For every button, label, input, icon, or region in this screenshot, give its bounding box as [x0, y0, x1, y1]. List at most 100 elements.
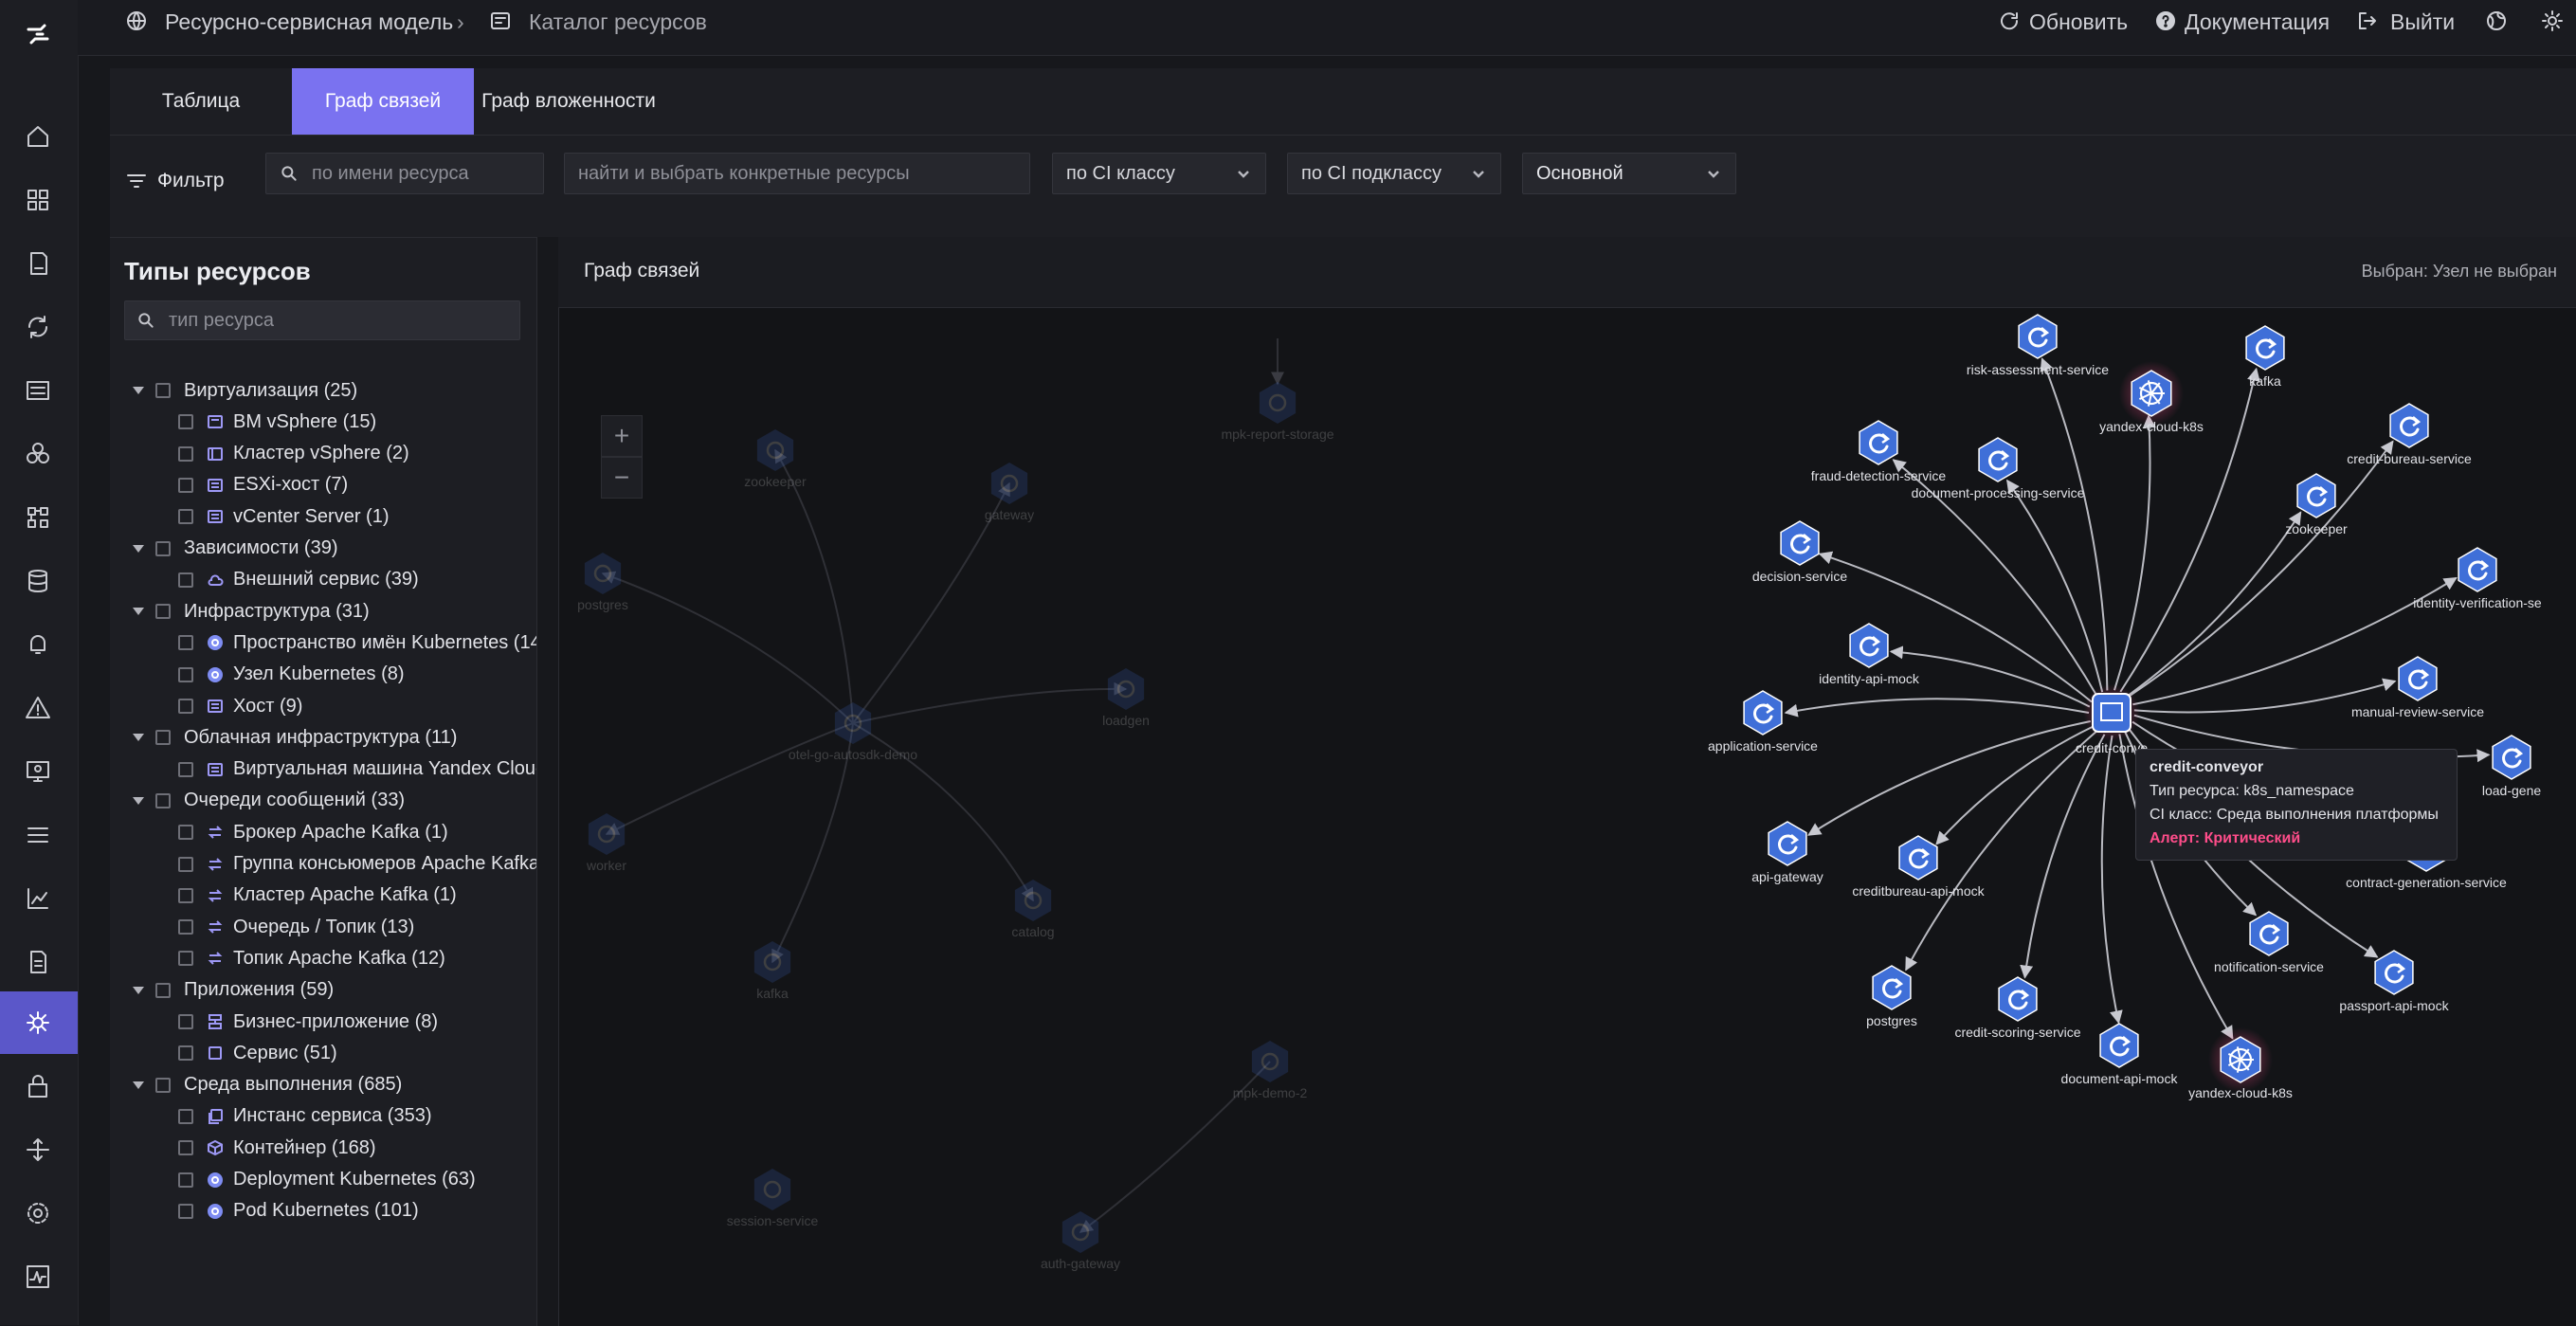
logo-icon[interactable]	[19, 15, 57, 53]
tree-item[interactable]: Pod Kubernetes (101)	[178, 1197, 419, 1226]
breadcrumb-root[interactable]: Ресурсно-сервисная модель	[165, 9, 453, 35]
item-checkbox[interactable]	[178, 635, 193, 651]
graph-node-faded[interactable]: otel-go-autosdk-demo	[789, 702, 917, 762]
database-icon[interactable]	[19, 562, 57, 600]
graph-node[interactable]: fraud-detection-service	[1811, 420, 1947, 483]
group-checkbox[interactable]	[155, 540, 171, 556]
chevron-down-icon[interactable]	[133, 387, 144, 394]
graph-node[interactable]: credit-bureau-service	[2347, 403, 2472, 466]
item-checkbox[interactable]	[178, 1014, 193, 1029]
bell-icon[interactable]	[19, 626, 57, 663]
theme-icon[interactable]	[2541, 9, 2564, 37]
zoom-out-button[interactable]: −	[601, 457, 643, 499]
item-checkbox[interactable]	[178, 1045, 193, 1062]
item-checkbox[interactable]	[178, 1203, 193, 1219]
item-checkbox[interactable]	[178, 1172, 193, 1188]
graph-node-faded[interactable]: session-service	[727, 1169, 819, 1228]
graph-node[interactable]: identity-verification-se	[2413, 547, 2542, 610]
group-checkbox[interactable]	[155, 792, 171, 808]
document-search-icon[interactable]	[19, 245, 57, 282]
tree-item[interactable]: Топик Apache Kafka (12)	[178, 944, 445, 972]
chevron-down-icon[interactable]	[133, 544, 144, 553]
refresh-icon[interactable]	[1998, 9, 2021, 37]
graph-node[interactable]: postgres	[1866, 965, 1917, 1028]
specific-resources-input[interactable]: найти и выбрать конкретные ресурсы	[564, 153, 1030, 194]
graph-node[interactable]: credit-scoring-service	[1954, 976, 2081, 1040]
tree-group[interactable]: Виртуализация (25)	[133, 376, 357, 405]
name-search-input[interactable]: по имени ресурса	[265, 153, 544, 194]
tree-group[interactable]: Среда выполнения (685)	[133, 1071, 402, 1099]
graph-node-faded[interactable]: zookeeper	[744, 429, 807, 489]
graph-node[interactable]: yandex-cloud-k8s	[2188, 1027, 2293, 1100]
tree-item[interactable]: Кластер vSphere (2)	[178, 440, 409, 468]
tree-item[interactable]: Узел Kubernetes (8)	[178, 661, 405, 689]
report-icon[interactable]	[19, 943, 57, 981]
graph-node-faded[interactable]: loadgen	[1102, 668, 1150, 728]
tree-item[interactable]: Контейнер (168)	[178, 1134, 376, 1162]
chevron-down-icon[interactable]	[133, 1081, 144, 1089]
help-icon[interactable]	[2154, 9, 2177, 37]
graph-node[interactable]: load-gene	[2482, 735, 2541, 798]
graph-node-faded[interactable]: postgres	[577, 553, 628, 612]
docs-link[interactable]: Документация	[2185, 9, 2330, 35]
tree-item[interactable]: Брокер Apache Kafka (1)	[178, 818, 448, 846]
home-icon[interactable]	[19, 118, 57, 155]
chevron-down-icon[interactable]	[133, 734, 144, 742]
warning-icon[interactable]	[19, 689, 57, 727]
tree-group[interactable]: Приложения (59)	[133, 976, 334, 1005]
sync-icon[interactable]	[19, 308, 57, 346]
graph-node[interactable]: passport-api-mock	[2339, 950, 2450, 1013]
graph-node[interactable]: notification-service	[2214, 911, 2324, 974]
refresh-button[interactable]: Обновить	[2029, 9, 2128, 35]
tree-item[interactable]: Виртуальная машина Yandex Cloud	[178, 755, 536, 784]
group-checkbox[interactable]	[155, 730, 171, 746]
tree-item[interactable]: ESXi-хост (7)	[178, 471, 348, 500]
tree-group[interactable]: Очереди сообщений (33)	[133, 787, 405, 815]
tree-item[interactable]: Инстанс сервиса (353)	[178, 1102, 432, 1131]
chevron-down-icon[interactable]	[133, 796, 144, 805]
graph-node-center[interactable]: credit-conve	[2076, 684, 2148, 755]
hexagons-icon[interactable]	[19, 435, 57, 473]
graph-node[interactable]: risk-assessment-service	[1967, 314, 2109, 377]
tree-item[interactable]: Бизнес-приложение (8)	[178, 1008, 438, 1036]
resource-model-icon[interactable]	[19, 1004, 57, 1042]
graph-node-faded[interactable]: mpk-report-storage	[1221, 382, 1334, 442]
layers-icon[interactable]	[19, 816, 57, 854]
item-checkbox[interactable]	[178, 856, 193, 872]
tree-item[interactable]: Внешний сервис (39)	[178, 566, 419, 594]
zoom-in-button[interactable]: +	[601, 415, 643, 457]
tree-group[interactable]: Инфраструктура (31)	[133, 597, 370, 626]
grid-icon[interactable]	[19, 499, 57, 536]
item-checkbox[interactable]	[178, 666, 193, 682]
item-checkbox[interactable]	[178, 887, 193, 903]
tree-item[interactable]: Очередь / Топик (13)	[178, 913, 414, 941]
globe-icon[interactable]	[2485, 9, 2508, 37]
item-checkbox[interactable]	[178, 445, 193, 462]
filter-button[interactable]: Фильтр	[125, 160, 248, 202]
graph-node-faded[interactable]: worker	[586, 813, 626, 873]
graph-node-faded[interactable]: mpk-demo-2	[1233, 1041, 1308, 1100]
tree-item[interactable]: Deployment Kubernetes (63)	[178, 1166, 476, 1194]
tree-item[interactable]: Кластер Apache Kafka (1)	[178, 881, 457, 910]
item-checkbox[interactable]	[178, 1140, 193, 1156]
chart-icon[interactable]	[19, 880, 57, 917]
list-icon[interactable]	[19, 372, 57, 409]
graph-node-faded[interactable]: gateway	[985, 463, 1034, 522]
item-checkbox[interactable]	[178, 699, 193, 714]
ci-subclass-select[interactable]: по CI подклассу	[1287, 153, 1501, 194]
logout-button[interactable]: Выйти	[2390, 9, 2455, 35]
mode-select[interactable]: Основной	[1522, 153, 1736, 194]
graph-node[interactable]: kafka	[2245, 325, 2285, 389]
activity-icon[interactable]	[19, 1258, 57, 1296]
group-checkbox[interactable]	[155, 982, 171, 998]
tree-item[interactable]: Группа консьюмеров Apache Kafka	[178, 850, 536, 879]
tree-group[interactable]: Зависимости (39)	[133, 535, 338, 563]
item-checkbox[interactable]	[178, 951, 193, 967]
graph-node[interactable]: api-gateway	[1751, 821, 1823, 884]
graph-node[interactable]: yandex-cloud-k8s	[2099, 361, 2204, 434]
tree-item[interactable]: vCenter Server (1)	[178, 502, 390, 531]
ci-class-select[interactable]: по CI классу	[1052, 153, 1266, 194]
logout-icon[interactable]	[2356, 9, 2379, 37]
item-checkbox[interactable]	[178, 509, 193, 525]
item-checkbox[interactable]	[178, 825, 193, 841]
